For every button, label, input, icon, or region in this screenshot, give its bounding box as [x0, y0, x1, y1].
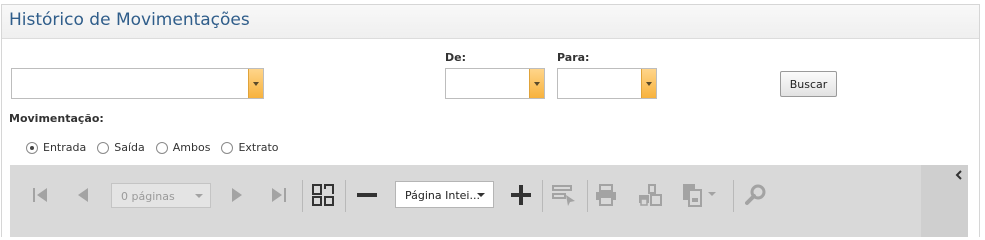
de-label: De: [445, 51, 466, 64]
chevron-down-icon [477, 193, 485, 197]
print-icon [596, 184, 616, 206]
radio-dot-icon[interactable] [221, 141, 234, 154]
toolbar-divider [733, 180, 734, 212]
chevron-down-icon[interactable] [641, 69, 656, 98]
first-page-icon [33, 188, 47, 202]
search-button[interactable]: Buscar [780, 71, 837, 97]
toolbar-divider [302, 180, 303, 212]
toolbar-divider [542, 180, 543, 212]
radio-saida[interactable]: Saída [97, 141, 145, 154]
print-page-icon [639, 184, 662, 206]
chevron-down-icon[interactable] [248, 69, 263, 98]
multipage-icon [312, 184, 334, 206]
radio-entrada[interactable]: Entrada [26, 141, 86, 154]
movimentacao-label: Movimentação: [9, 112, 104, 125]
toolbar-divider [587, 180, 588, 212]
search-button-toolbar[interactable] [743, 183, 769, 207]
zoom-in-icon [511, 185, 531, 205]
radio-extrato-label: Extrato [238, 141, 279, 154]
radio-ambos[interactable]: Ambos [155, 141, 211, 154]
radio-dot-icon[interactable] [97, 141, 110, 154]
toolbar-divider [345, 180, 346, 212]
chevron-down-icon[interactable] [529, 69, 544, 98]
chevron-down-icon [195, 194, 203, 198]
para-label: Para: [557, 51, 590, 64]
radio-saida-label: Saída [114, 141, 145, 154]
print-button[interactable] [593, 183, 619, 207]
export-icon [683, 184, 716, 207]
zoom-out-icon [357, 193, 377, 197]
zoom-in-button[interactable] [508, 183, 534, 207]
radio-dot-icon[interactable] [155, 141, 168, 154]
prev-page-icon [78, 188, 88, 202]
next-page-button[interactable] [225, 183, 249, 207]
zoom-select[interactable]: Página Intei... [395, 181, 494, 208]
zoom-out-button[interactable] [354, 183, 380, 207]
panel-header: Histórico de Movimentações [2, 5, 979, 39]
radio-dot-icon[interactable] [26, 141, 38, 154]
para-select[interactable] [557, 68, 657, 99]
select-tool-button[interactable] [550, 183, 578, 207]
radio-extrato[interactable]: Extrato [221, 141, 279, 154]
report-toolbar: 0 páginas Página Intei... [10, 165, 968, 237]
export-button[interactable] [679, 183, 721, 207]
last-page-button[interactable] [267, 183, 291, 207]
print-page-button[interactable] [636, 183, 664, 207]
radio-ambos-label: Ambos [172, 141, 211, 154]
multipage-button[interactable] [310, 183, 336, 207]
next-page-icon [232, 188, 242, 202]
select-tool-icon [552, 185, 575, 206]
search-icon [745, 184, 766, 205]
pages-select[interactable]: 0 páginas [111, 183, 211, 208]
radio-entrada-label: Entrada [43, 141, 87, 154]
pages-select-value: 0 páginas [121, 190, 175, 203]
page-title: Histórico de Movimentações [9, 10, 250, 30]
movimentacao-radio-group: Entrada Saída Ambos Extrato [26, 141, 290, 154]
prev-page-button[interactable] [71, 183, 95, 207]
toolbar-side-panel [921, 165, 968, 237]
de-select[interactable] [445, 68, 545, 99]
main-select[interactable] [11, 68, 264, 99]
zoom-select-value: Página Intei... [405, 189, 480, 202]
last-page-icon [272, 188, 286, 202]
collapse-icon[interactable] [954, 169, 964, 181]
first-page-button[interactable] [28, 183, 52, 207]
